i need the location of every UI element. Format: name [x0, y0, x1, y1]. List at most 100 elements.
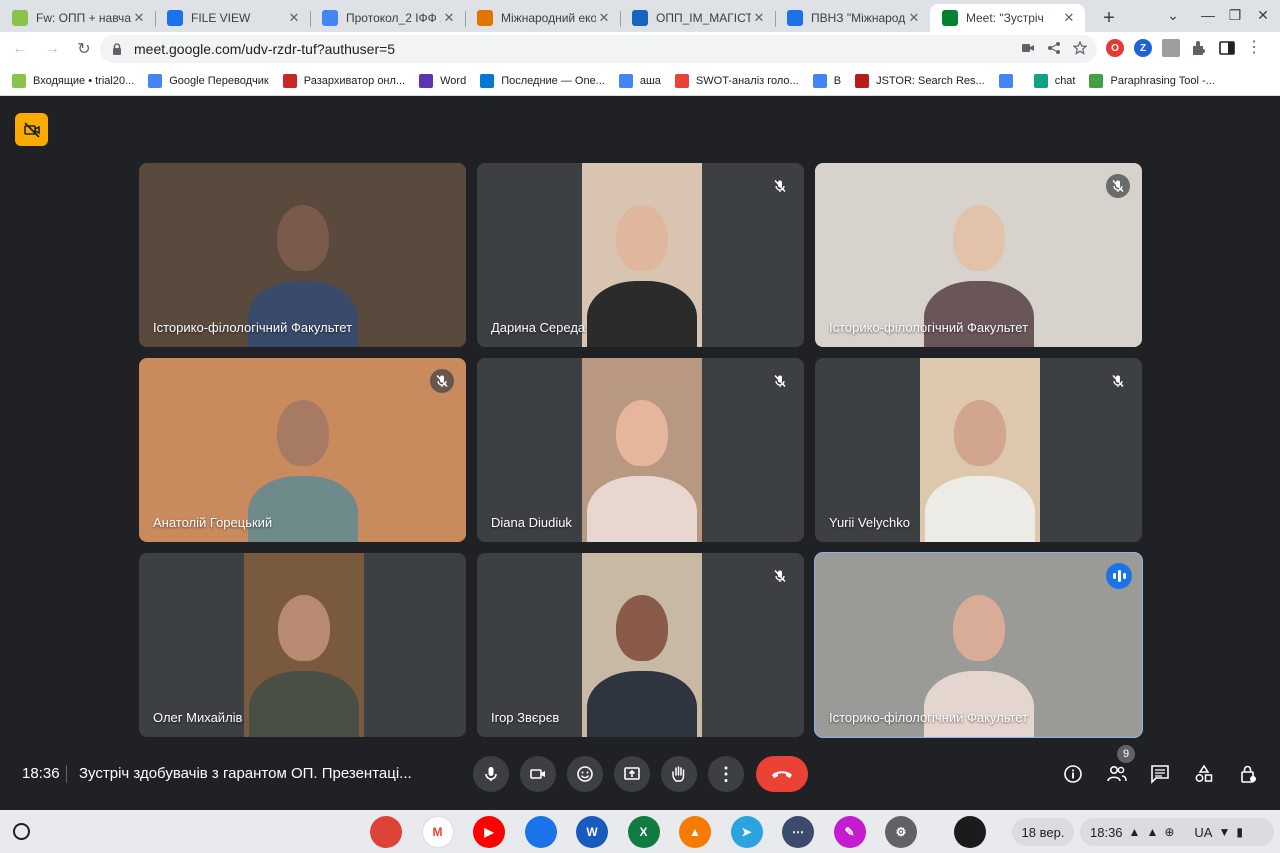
bookmark-item[interactable]: Word [419, 73, 466, 88]
person-body [247, 281, 358, 347]
bookmark-label: Paraphrasing Tool -... [1110, 74, 1215, 87]
participant-tile[interactable]: Diana Diudiuk [477, 358, 804, 542]
new-tab-button[interactable]: + [1095, 4, 1123, 32]
participant-name: Diana Diudiuk [491, 515, 572, 530]
bookmark-favicon-icon [1089, 73, 1104, 88]
participant-tile[interactable]: Олег Михайлів [139, 553, 466, 737]
person-body [586, 281, 697, 347]
bookmark-item[interactable] [998, 73, 1020, 88]
chat-button[interactable] [1148, 762, 1172, 786]
bookmark-item[interactable]: В [812, 73, 841, 88]
host-controls-button[interactable] [1236, 762, 1260, 786]
maximize-icon[interactable]: ❐ [1222, 4, 1248, 26]
settings-app-icon[interactable]: ⚙ [885, 816, 917, 848]
gmail-app-icon[interactable]: M [421, 816, 454, 848]
zoom-extension-icon[interactable]: Z [1134, 39, 1152, 57]
close-tab-icon[interactable]: ✕ [131, 10, 147, 26]
extensions-puzzle-icon[interactable] [1190, 39, 1208, 57]
participant-tile[interactable]: Дарина Середа [477, 163, 804, 347]
back-icon[interactable]: ← [6, 35, 34, 63]
bookmark-item[interactable]: JSTOR: Search Res... [855, 73, 985, 88]
activities-button[interactable] [1192, 762, 1216, 786]
participant-tile[interactable]: Анатолій Горецький [139, 358, 466, 542]
address-bar[interactable]: meet.google.com/udv-rzdr-tuf?authuser=5 [100, 35, 1097, 63]
tab-search-icon[interactable]: ⌄ [1160, 4, 1186, 26]
image-extension-icon[interactable] [1162, 39, 1180, 57]
launcher-icon[interactable] [13, 823, 30, 840]
browser-tab[interactable]: Fw: ОПП + навчаль ✕ [0, 4, 155, 32]
minimize-icon[interactable]: — [1195, 4, 1221, 26]
bookmark-item[interactable]: Разархиватор онл... [282, 73, 405, 88]
participant-tile[interactable]: Історико-філологічний Факультет [814, 552, 1143, 738]
bookmark-item[interactable]: Paraphrasing Tool -... [1089, 73, 1215, 88]
bookmark-item[interactable]: Последние — One... [480, 73, 605, 88]
present-button[interactable] [614, 756, 650, 792]
files-app-icon[interactable] [524, 816, 557, 848]
emoji-button[interactable] [567, 756, 603, 792]
leave-call-button[interactable] [756, 756, 808, 792]
bookmark-label: Входящие • trial20... [33, 74, 135, 87]
date-pill[interactable]: 18 вер. [1012, 818, 1074, 846]
person-body [586, 671, 697, 737]
people-button[interactable] [1105, 762, 1129, 786]
share-icon[interactable] [1047, 41, 1061, 55]
close-tab-icon[interactable]: ✕ [596, 10, 612, 26]
close-tab-icon[interactable]: ✕ [751, 10, 767, 26]
side-panel-icon[interactable] [1218, 39, 1236, 57]
meeting-details-button[interactable] [1061, 762, 1085, 786]
muted-indicator [1106, 369, 1130, 393]
reload-icon[interactable]: ↻ [70, 35, 98, 63]
chrome-app-icon[interactable] [370, 816, 402, 848]
browser-tab[interactable]: Протокол_2 ІФФ 2 ✕ [310, 4, 465, 32]
tab-title: ПВНЗ "Міжнародн [811, 11, 906, 25]
browser-tab[interactable]: FILE VIEW ✕ [155, 4, 310, 32]
favicon-icon [477, 10, 493, 26]
close-tab-icon[interactable]: ✕ [286, 10, 302, 26]
participant-video [581, 553, 702, 737]
microphone-button[interactable] [473, 756, 509, 792]
bookmark-item[interactable]: chat [1033, 73, 1075, 88]
camera-off-indicator[interactable] [15, 113, 48, 146]
browser-tab[interactable]: Meet: "Зустріч ✕ [930, 4, 1085, 32]
browser-tab[interactable]: ПВНЗ "Міжнародн ✕ [775, 4, 930, 32]
close-tab-icon[interactable]: ✕ [1061, 10, 1077, 26]
excel-app-icon[interactable]: X [627, 816, 660, 848]
telegram-app-icon[interactable]: ➤ [730, 816, 763, 848]
vlc-app-icon[interactable]: ▲ [679, 816, 711, 848]
participant-name: Дарина Середа [491, 320, 586, 335]
more-options-button[interactable]: ⋮ [708, 756, 744, 792]
participant-tile[interactable]: Історико-філологічний Факультет [139, 163, 466, 347]
activities-shapes-icon [1195, 764, 1213, 782]
raise-hand-button[interactable] [661, 756, 697, 792]
camera-button[interactable] [520, 756, 556, 792]
bookmark-favicon-icon [282, 73, 297, 88]
browser-tab[interactable]: Міжнародний екон ✕ [465, 4, 620, 32]
meeting-title[interactable]: Зустріч здобувачів з гарантом ОП. Презен… [79, 765, 412, 782]
opera-extension-icon[interactable]: O [1106, 39, 1124, 57]
notes-app-icon[interactable]: ✎ [833, 816, 866, 848]
bookmark-star-icon[interactable] [1073, 41, 1087, 55]
emoji-icon [577, 766, 593, 782]
participant-tile[interactable]: Yurii Velychko [815, 358, 1142, 542]
bookmark-item[interactable]: SWOT-аналіз голо... [674, 73, 799, 88]
info-icon [1064, 765, 1082, 783]
bookmark-item[interactable]: Входящие • trial20... [12, 73, 135, 88]
word-app-icon[interactable]: W [576, 816, 608, 848]
youtube-app-icon[interactable]: ▶ [473, 816, 505, 848]
status-tray[interactable]: 18:36 ▲ ▲ ⊕ UA ▼ ▮ [1080, 818, 1274, 846]
participant-tile[interactable]: Історико-філологічний Факультет [815, 163, 1142, 347]
calculator-app-icon[interactable]: ⋯ [782, 816, 814, 848]
close-tab-icon[interactable]: ✕ [441, 10, 457, 26]
participant-tile[interactable]: Ігор Звєрєв [477, 553, 804, 737]
bookmark-item[interactable]: Google Переводчик [148, 73, 269, 88]
close-window-icon[interactable]: ✕ [1250, 4, 1276, 26]
forward-icon[interactable]: → [38, 35, 66, 63]
close-tab-icon[interactable]: ✕ [906, 10, 922, 26]
browser-menu-icon[interactable]: ⋮ [1246, 39, 1262, 57]
browser-tab[interactable]: ОПП_ІМ_МАГІСТР ✕ [620, 4, 775, 32]
person-head [953, 400, 1006, 466]
muted-indicator [768, 369, 792, 393]
bookmark-item[interactable]: аша [618, 73, 661, 88]
phone-hub-icon[interactable] [954, 816, 986, 848]
camera-in-use-icon[interactable] [1021, 41, 1035, 55]
